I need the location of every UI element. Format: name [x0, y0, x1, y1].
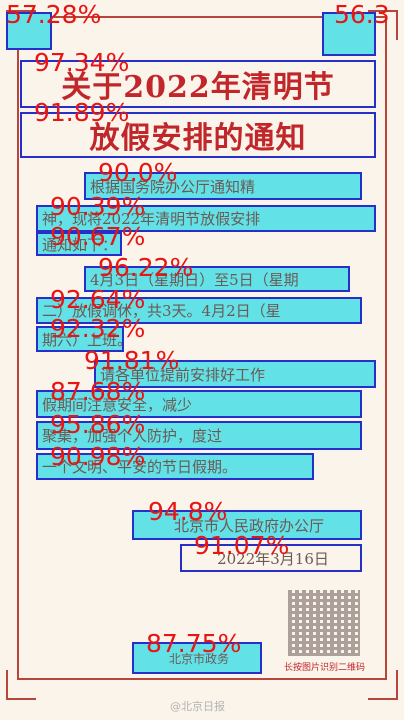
qr-caption: 长按图片识别二维码 [284, 663, 366, 673]
confidence-label: 94.8% [148, 497, 228, 526]
confidence-label: 90.98% [50, 442, 146, 471]
confidence-label: 91.89% [34, 98, 130, 127]
qr-code[interactable] [288, 590, 360, 656]
confidence-label: 91.07% [194, 531, 290, 560]
confidence-label: 92.32% [50, 314, 146, 343]
confidence-label: 90.67% [50, 222, 146, 251]
confidence-label: 90.39% [50, 192, 146, 221]
confidence-label: 91.81% [84, 346, 180, 375]
confidence-label: 95.86% [50, 410, 146, 439]
confidence-label: 87.75% [146, 629, 242, 658]
confidence-label: 97.34% [34, 48, 130, 77]
confidence-label: 87.68% [50, 377, 146, 406]
confidence-label: 57.28% [6, 0, 102, 29]
confidence-label: 92.64% [50, 285, 146, 314]
confidence-label: 96.22% [98, 253, 194, 282]
corner-ornament [368, 670, 398, 700]
confidence-label: 56.3 [334, 0, 390, 29]
watermark: @北京日报 [170, 700, 225, 713]
confidence-label: 90.0% [98, 158, 178, 187]
corner-ornament [6, 670, 36, 700]
